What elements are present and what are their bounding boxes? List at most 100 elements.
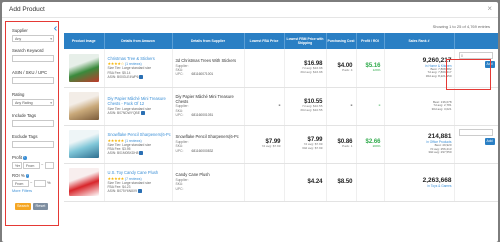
rating-label: Rating [12,92,25,97]
rank-30d-avg: 30d avg: 3,021 [431,106,452,111]
add-cell [454,87,498,126]
product-image-cell [64,163,105,202]
sales-rank: 2,263,668 [422,176,452,184]
rating-select[interactable]: Any Rating [12,99,54,106]
amazon-details-cell: Diy Papier Mâché Mini Treasure Chests - … [104,87,173,126]
amazon-icon[interactable] [139,151,144,156]
fba-price-cell: - [244,87,285,126]
purchase-cost: - [350,103,353,109]
pack-size: Pack: 4 [342,67,353,72]
col-header[interactable]: Details from Supplier [172,33,245,49]
fba-price: - [278,103,281,109]
fbm-30d-avg: 30d avg: $10.55 [300,108,323,112]
product-image[interactable] [68,130,99,158]
search-button[interactable]: Search [15,203,31,210]
profit-from-input[interactable]: From [23,162,40,169]
amazon-icon[interactable] [138,189,143,194]
profit-roi-cell [356,163,385,202]
fba-price-avg: 7d avg: $7.99 [261,144,281,149]
supplier-details-cell: Diy Papier Mâché Mini Treasure Chests Su… [172,87,245,126]
profit-roi-cell: $2.66 209% [356,125,385,164]
purchase-cost-cell: $8.50 [326,163,357,202]
rating-stars: ★★★★★ [107,137,125,143]
product-image[interactable] [68,92,99,120]
product-image[interactable] [68,168,99,196]
modal-header: Add Product × [2,2,498,18]
asin-sku-upc-input[interactable] [12,77,54,84]
roi-from-input[interactable]: From [12,180,29,187]
roi-to-input[interactable] [34,180,46,187]
roi-unit-label: % [47,180,51,185]
asin-sku-upc-label: ASIN / SKU / UPC [12,70,48,75]
profit-to-input[interactable] [45,162,54,169]
supplier-details-cell: Snowflake Pencil Sharpeners(6-Pc Supplie… [172,125,245,164]
quantity-input[interactable] [458,128,493,136]
col-header[interactable]: Lowest FBA Price [244,33,285,49]
close-icon[interactable]: × [487,5,492,13]
product-image-cell [64,125,105,164]
review-count[interactable]: (7 reviews) [125,177,142,181]
asin: ASIN: B01M0BXDH8 [108,151,172,156]
purchase-cost: $8.50 [337,179,353,185]
include-tags-input[interactable] [12,120,54,127]
col-header[interactable]: Product Image [64,33,105,49]
roi-value: 129% [372,67,381,72]
amazon-details-cell: Christmas Tree & Stickers ★★★★☆ (1 revie… [104,49,173,88]
supplier-select[interactable]: Any [12,35,54,42]
exclude-tags-input[interactable] [12,141,54,148]
review-count[interactable]: (1 reviews) [125,139,142,143]
table-row: Christmas Tree & Stickers ★★★★☆ (1 revie… [64,49,498,88]
asin: ASIN: B00GLE4WP6 [108,75,172,79]
add-product-modal: Add Product × Supplier Any Search Keywor… [2,2,498,242]
profit-roi-cell: - [356,87,385,126]
info-icon: i [25,173,30,178]
fbm-30d-avg: 30d avg: $7.99 [302,146,323,150]
roi-label: ROI % i [12,173,30,178]
search-keyword-input[interactable] [12,55,54,62]
amazon-icon[interactable] [139,74,144,79]
supplier-label: Supplier [12,28,28,33]
sales-rank-cell: 2,263,668 in Toys & Games [384,163,455,202]
col-header[interactable]: Profit / ROI [356,33,385,49]
amazon-details-cell: U.S. Toy Candy Cane Plush ★★★★★ (7 revie… [104,163,173,202]
product-image[interactable] [68,53,99,82]
info-icon: i [23,155,27,160]
supplier-details-cell: 3d Christmas Trees With Stickers Supplie… [172,49,245,88]
amazon-product-title[interactable]: Diy Papier Mâché Mini Treasure Chests - … [108,96,172,107]
amazon-icon[interactable] [140,110,145,115]
exclude-tags-label: Exclude Tags [12,134,38,139]
pack-size: Pack: 1 [342,144,353,149]
fbm-price-cell: $4.24 [284,163,327,202]
fbm-price-cell: $10.55 7d avg: $10.55 30d avg: $10.55 [284,87,327,126]
fbm-30d-avg: 30d avg: $16.98 [300,69,323,74]
rank-category[interactable]: in Toys & Games [385,184,454,188]
rank-30d-avg: 30d avg: 8,221,150 [425,74,452,79]
roi-value: 209% [372,144,381,149]
sales-rank-cell: 9,260,217 in Home & Kitchen Best: 7,808,… [384,49,455,88]
product-image-cell [64,49,105,88]
col-header[interactable]: Details from Amazon [104,33,173,49]
fba-price-cell: $7.99 7d avg: $7.99 [244,125,285,164]
col-header[interactable]: Sales Rank # [384,33,455,49]
rating-stars: ★★★★★ [107,175,125,181]
table-header-row: Product Image Details from Amazon Detail… [64,33,498,49]
amazon-details-cell: Snowflake Pencil Sharpeners(6-Pc ★★★★★ (… [104,125,173,164]
col-header[interactable]: Purchasing Cost [326,33,357,49]
sales-rank: 214,881 [428,133,452,141]
col-header[interactable]: Lowest FBM Price with Shipping [284,33,327,49]
profit-unit-select[interactable]: % [12,162,22,169]
product-table: Product Image Details from Amazon Detail… [64,33,498,202]
collapse-chevron-icon[interactable] [53,26,58,31]
modal-title: Add Product [9,6,45,13]
supplier-product-title: Diy Papier Mâché Mini Treasure Chests [175,93,234,104]
add-button[interactable]: Add [484,137,495,145]
add-quantity-highlight [446,59,491,90]
entries-count: Showing 1 to 25 of 4,769 entries [432,24,490,29]
reset-button[interactable]: Reset [33,203,48,210]
table-row: U.S. Toy Candy Cane Plush ★★★★★ (7 revie… [64,163,498,202]
add-cell [454,163,498,202]
sales-rank-cell: 214,881 in Office Products Best: 49,920 … [384,125,455,164]
quantity-input[interactable]: 0 [458,52,493,59]
profit-value: - [378,103,381,109]
more-filters-link[interactable]: More Filters [12,189,32,193]
